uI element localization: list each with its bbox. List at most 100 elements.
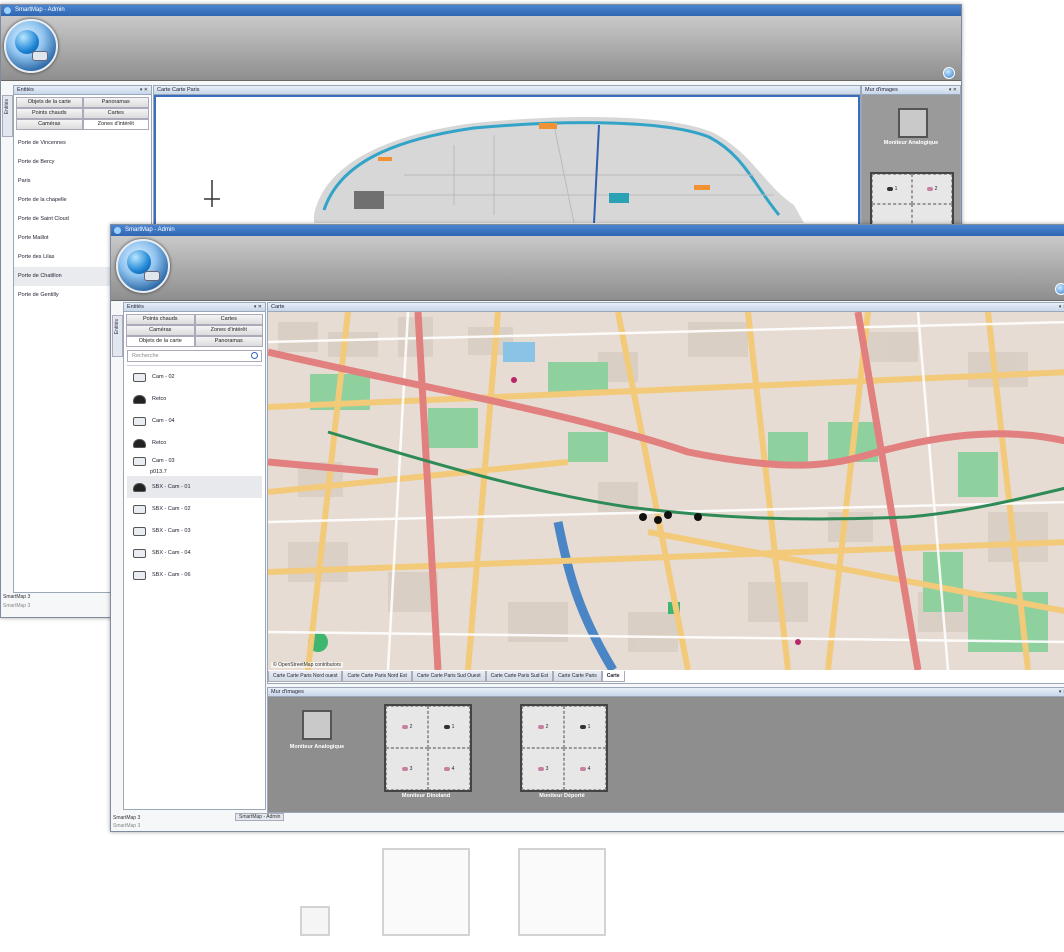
camera-icon: [401, 725, 408, 729]
box-camera-icon: [133, 526, 146, 536]
panel-controls-icon[interactable]: ▾ ✕: [1059, 303, 1064, 311]
search-input[interactable]: Recherche: [127, 350, 262, 362]
search-placeholder: Recherche: [132, 353, 159, 359]
list-item[interactable]: Retco: [127, 388, 262, 410]
tab-zones-interet[interactable]: Zones d'intérêt: [194, 325, 263, 336]
app-orb-button[interactable]: [4, 19, 58, 73]
reflection-grid: [518, 848, 606, 936]
tab-cameras[interactable]: Caméras: [16, 119, 83, 130]
map-tabs: Carte Carte Paris Nord ouest Carte Carte…: [268, 671, 625, 682]
front-entities-tabs: Points chauds Cartes Caméras Zones d'int…: [124, 312, 265, 347]
search-icon[interactable]: [251, 352, 258, 359]
panel-controls-icon[interactable]: ▾ ✕: [140, 86, 148, 94]
list-item[interactable]: SBX - Cam - 03: [127, 520, 262, 542]
list-item[interactable]: SBX - Cam - 06: [127, 564, 262, 586]
reflection-monitor: [300, 906, 330, 936]
camera-icon: [886, 187, 893, 191]
tab-panoramas[interactable]: Panoramas: [194, 336, 263, 347]
tab-map-sud-ouest[interactable]: Carte Carte Paris Sud Ouest: [411, 671, 486, 682]
monitor-deporte-grid[interactable]: 2 1 3 4: [520, 704, 608, 792]
monitor-cell-number: 4: [451, 766, 455, 772]
list-item-selected[interactable]: SBX - Cam - 01: [127, 476, 262, 498]
back-status-bar: SmartMap 3: [3, 594, 31, 600]
monitor-analog-icon[interactable]: [302, 710, 332, 740]
list-item[interactable]: p013.7: [127, 468, 262, 476]
list-item[interactable]: SBX - Cam - 04: [127, 542, 262, 564]
monitor-cell-number: 2: [545, 724, 549, 730]
tab-points-chauds[interactable]: Points chauds: [126, 314, 195, 325]
help-icon[interactable]: [943, 67, 955, 79]
list-item[interactable]: Cam - 04: [127, 410, 262, 432]
back-wall-title: Mur d'images: [865, 87, 898, 93]
monitor-cell-number: 4: [587, 766, 591, 772]
tab-map-carte[interactable]: Carte: [601, 671, 625, 682]
front-entities-title: Entités: [127, 304, 144, 310]
panel-controls-icon[interactable]: ▾ ✕: [254, 303, 262, 311]
dome-camera-icon: [133, 394, 146, 404]
back-side-tab-label: Entités: [4, 99, 10, 115]
camera-list: Cam - 02 Retco Cam - 04 Retco Cam - 03 p…: [127, 365, 262, 586]
tab-cameras[interactable]: Caméras: [126, 325, 195, 336]
monitor-cell[interactable]: 3: [522, 748, 564, 790]
app-icon: [114, 227, 121, 234]
panel-controls-icon[interactable]: ▾ ✕: [1059, 688, 1064, 696]
monitor-cell[interactable]: 4: [428, 748, 470, 790]
tab-panoramas[interactable]: Panoramas: [82, 97, 149, 108]
tab-points-chauds[interactable]: Points chauds: [16, 108, 83, 119]
list-item[interactable]: Porte de Vincennes: [14, 134, 151, 153]
list-item[interactable]: Paris: [14, 172, 151, 191]
monitor-cell[interactable]: 1: [872, 174, 912, 204]
tab-map-sud-est[interactable]: Carte Carte Paris Sud Est: [485, 671, 554, 682]
back-side-tab[interactable]: Entités: [2, 95, 13, 137]
monitor-cell[interactable]: 2: [912, 174, 952, 204]
monitor-cell[interactable]: 3: [386, 748, 428, 790]
street-map-view[interactable]: © OpenStreetMap contributors: [268, 312, 1064, 670]
list-item[interactable]: Porte de Bercy: [14, 153, 151, 172]
front-entities-header: Entités ▾ ✕: [124, 303, 265, 312]
app-icon: [4, 7, 11, 14]
back-wall-header: Mur d'images ▾ ✕: [862, 86, 960, 95]
box-camera-icon: [133, 504, 146, 514]
front-window-title: SmartMap - Admin: [125, 227, 175, 233]
back-window-titlebar[interactable]: SmartMap - Admin: [1, 5, 961, 16]
monitor-cell[interactable]: 1: [428, 706, 470, 748]
list-item[interactable]: SBX - Cam - 02: [127, 498, 262, 520]
monitor-cell[interactable]: 2: [386, 706, 428, 748]
app-orb-button[interactable]: [116, 239, 170, 293]
tab-zones-interet[interactable]: Zones d'intérêt: [82, 119, 149, 130]
front-window-titlebar[interactable]: SmartMap - Admin: [111, 225, 1064, 236]
tab-objets-de-la-carte[interactable]: Objets de la carte: [16, 97, 83, 108]
monitor-cell[interactable]: 2: [522, 706, 564, 748]
tab-objets-de-la-carte[interactable]: Objets de la carte: [126, 336, 195, 347]
camera-icon: [443, 725, 450, 729]
tab-cartes[interactable]: Cartes: [194, 314, 263, 325]
front-side-tab-label: Entités: [114, 319, 120, 335]
monitor-cell[interactable]: 1: [564, 706, 606, 748]
monitor-analog-icon[interactable]: [898, 108, 928, 138]
front-side-tab[interactable]: Entités: [112, 315, 123, 357]
taskbar-item[interactable]: SmartMap - Admin: [235, 813, 285, 821]
box-camera-icon: [133, 570, 146, 580]
monitor-analog-label: Moniteur Analogique: [883, 140, 939, 146]
help-icon[interactable]: [1055, 283, 1064, 295]
tab-map-nord-est[interactable]: Carte Carte Paris Nord Est: [342, 671, 412, 682]
monitor-cell[interactable]: 4: [564, 748, 606, 790]
tab-map-nord-ouest[interactable]: Carte Carte Paris Nord ouest: [268, 671, 343, 682]
front-wall-panel: Mur d'images ▾ ✕ Moniteur Analogique 2 1…: [267, 687, 1064, 813]
monitor-cell-number: 1: [451, 724, 455, 730]
box-camera-icon: [133, 456, 146, 466]
tab-map-paris[interactable]: Carte Carte Paris: [553, 671, 602, 682]
front-map-header: Carte ▾ ✕: [268, 303, 1064, 312]
tab-cartes[interactable]: Cartes: [82, 108, 149, 119]
list-item[interactable]: Cam - 02: [127, 366, 262, 388]
camera-icon: [443, 767, 450, 771]
list-item[interactable]: Cam - 03: [127, 454, 262, 468]
monitor-dinoland-grid[interactable]: 2 1 3 4: [384, 704, 472, 792]
panel-controls-icon[interactable]: ▾ ✕: [949, 86, 957, 94]
list-item[interactable]: Porte de la chapelle: [14, 191, 151, 210]
list-item[interactable]: Retco: [127, 432, 262, 454]
front-status-sub: SmartMap 3: [113, 823, 141, 829]
front-wall-header: Mur d'images ▾ ✕: [268, 688, 1064, 697]
back-map-view[interactable]: [154, 95, 860, 226]
dome-camera-icon: [133, 438, 146, 448]
